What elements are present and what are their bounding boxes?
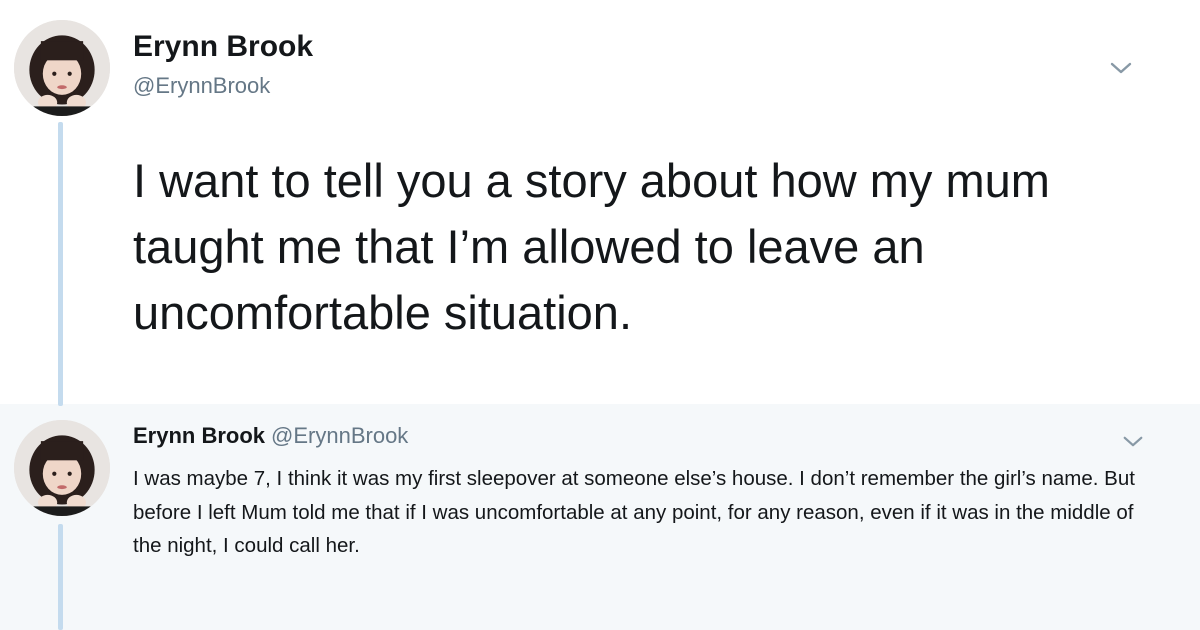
thread-line-continued: [58, 524, 63, 630]
reply-header: Erynn Brook @ErynnBrook: [133, 423, 408, 449]
reply-text: I was maybe 7, I think it was my first s…: [133, 467, 1135, 557]
tweet-text: I want to tell you a story about how my …: [133, 154, 1050, 339]
thread-line: [58, 122, 63, 406]
avatar-photo: [14, 20, 110, 116]
author-handle[interactable]: @ErynnBrook: [133, 73, 270, 99]
author-avatar[interactable]: [14, 20, 110, 116]
reply-author-name[interactable]: Erynn Brook: [133, 423, 265, 448]
chevron-down-icon[interactable]: [1121, 434, 1145, 449]
chevron-down-icon[interactable]: [1108, 60, 1134, 76]
author-name[interactable]: Erynn Brook: [133, 30, 313, 64]
reply-author-handle[interactable]: @ErynnBrook: [271, 423, 408, 448]
avatar-photo: [14, 420, 110, 516]
reply-author-avatar[interactable]: [14, 420, 110, 516]
